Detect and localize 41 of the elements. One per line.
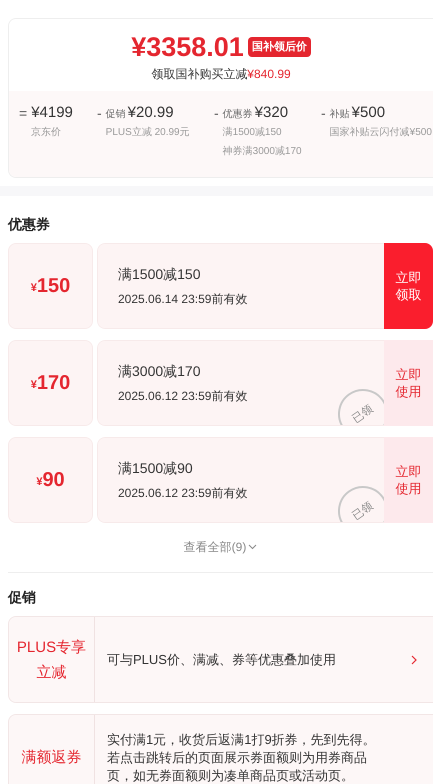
breakdown-label: 促销 <box>106 108 126 122</box>
breakdown-note: 国家补贴云闪付减¥500 <box>330 126 432 140</box>
operator: - <box>321 104 326 123</box>
breakdown-note: 满1500减150 <box>222 126 283 140</box>
coupon-validity: 2025.06.12 23:59前有效 <box>118 485 248 502</box>
breakdown-amount: ¥500 <box>352 103 386 123</box>
breakdown-label: 补贴 <box>330 108 350 122</box>
operator: - <box>97 104 102 123</box>
price-tag: 国补领后价 <box>248 36 311 58</box>
breakdown-amount: ¥320 <box>254 103 288 123</box>
price: ¥3358.01 <box>131 31 244 63</box>
coupon-validity: 2025.06.14 23:59前有效 <box>118 291 248 308</box>
coupon-amount: ¥170 <box>8 340 93 426</box>
breakdown-amount: ¥4199 <box>31 103 73 123</box>
saving-text: 领取国补购买立减¥840.99 <box>151 66 291 83</box>
operator: = <box>19 104 28 123</box>
breakdown-note: 神券满3000减170 <box>222 144 302 159</box>
coupon-validity: 2025.06.12 23:59前有效 <box>118 388 248 405</box>
breakdown-amount: ¥20.99 <box>128 103 174 123</box>
view-all-button[interactable]: 查看全部(9) <box>184 538 258 556</box>
coupon-amount: ¥150 <box>8 243 93 329</box>
breakdown-label: 优惠券 <box>222 108 253 122</box>
coupon-action-button[interactable]: 立即领取 <box>384 243 433 329</box>
promotion-tag: PLUS专享立减 <box>13 634 90 684</box>
promotion-tag: 满额返券 <box>22 745 82 770</box>
coupon-condition: 满3000减170 <box>118 362 202 381</box>
coupon-condition: 满1500减150 <box>118 265 202 284</box>
coupon-action-button[interactable]: 立即使用 <box>384 340 433 426</box>
breakdown-note: PLUS立减 20.99元 <box>106 126 190 140</box>
breakdown-note: 京东价 <box>31 126 62 140</box>
chevron-down-icon <box>248 544 258 550</box>
promotion-card[interactable]: 满额返券 实付满1元，收货后返满1打9折券，先到先得。若点击跳转后的页面展示券面额则为用券商品页，如无券面额则为凑单商品页或活动页。 <box>8 714 433 784</box>
coupon-condition: 满1500减90 <box>118 459 194 478</box>
promotion-card[interactable]: PLUS专享立减 可与PLUS价、满减、券等优惠叠加使用 <box>8 616 433 703</box>
section-title: 优惠券 <box>8 215 51 234</box>
section-title: 促销 <box>8 588 37 607</box>
promotion-description: 实付满1元，收货后返满1打9折券，先到先得。若点击跳转后的页面展示券面额则为用券商品页，如无券面额则为凑单商品页或活动页。 <box>107 730 377 784</box>
promotion-description: 可与PLUS价、满减、券等优惠叠加使用 <box>107 650 337 668</box>
coupon-amount: ¥90 <box>8 437 93 523</box>
operator: - <box>214 104 219 123</box>
coupon-action-button[interactable]: 立即使用 <box>384 437 433 523</box>
